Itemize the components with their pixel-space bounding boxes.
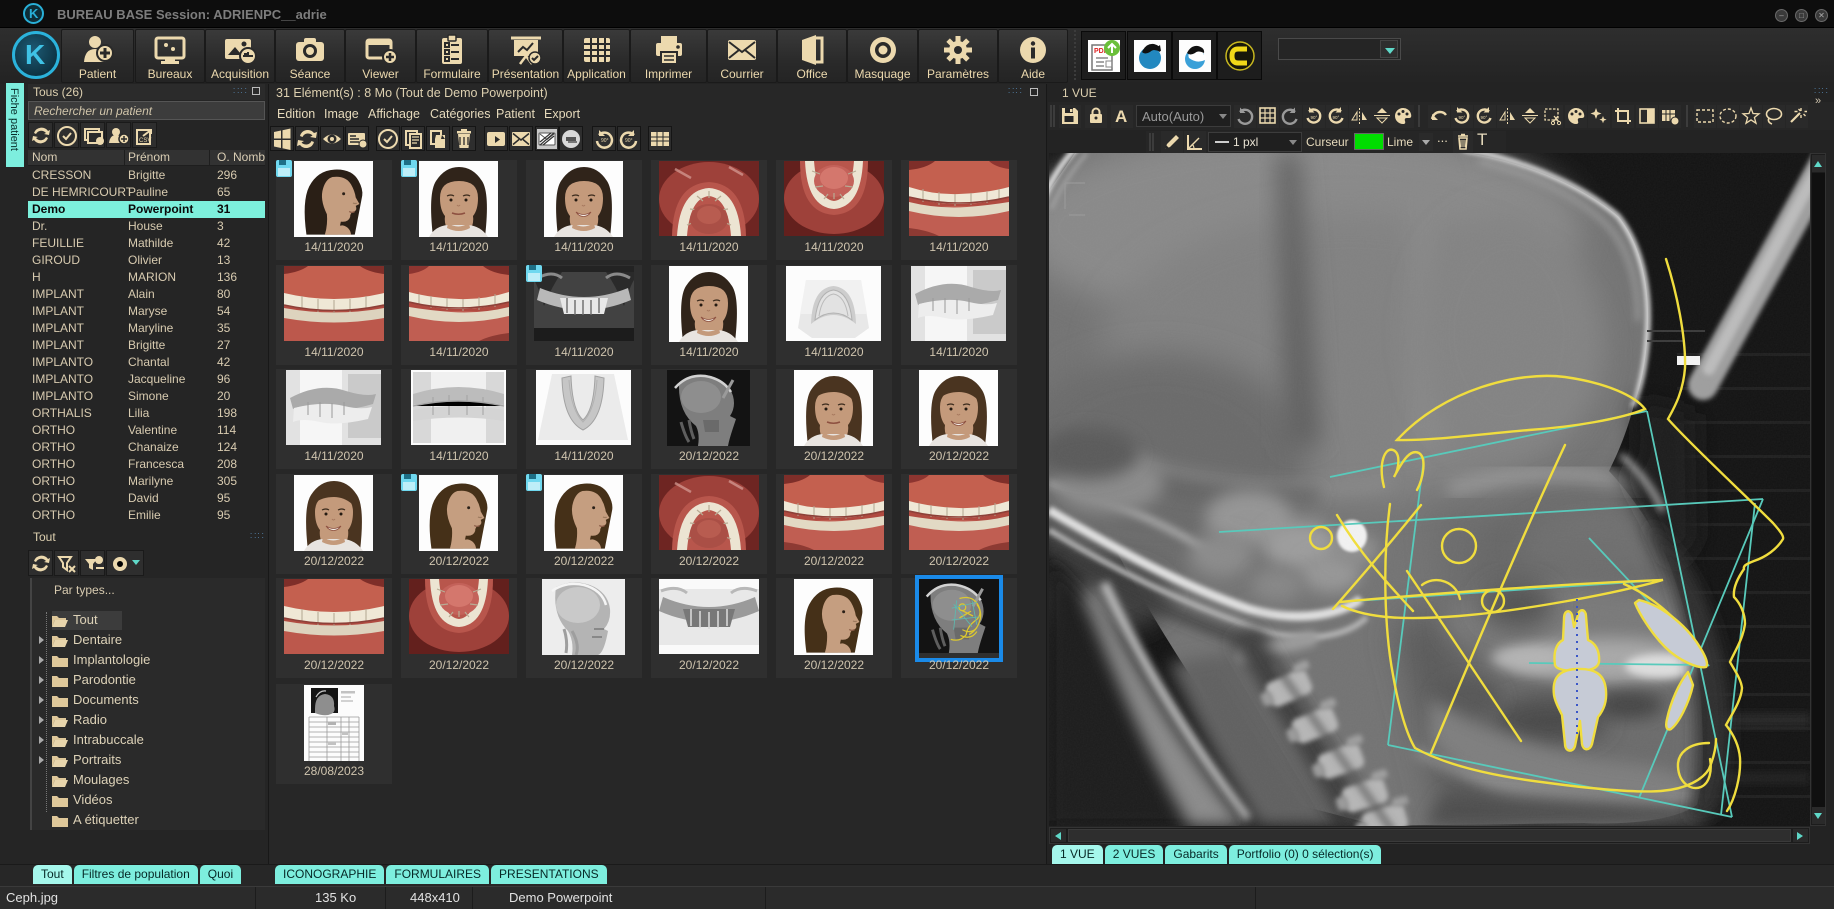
svg-text:90°: 90° [1459, 115, 1466, 120]
svg-text:90°: 90° [625, 138, 633, 144]
svg-text:90°: 90° [1333, 115, 1340, 120]
svg-text:90°: 90° [1311, 115, 1318, 120]
svg-text:A: A [1115, 107, 1127, 126]
svg-text:90°: 90° [1481, 115, 1488, 120]
svg-text:CSV: CSV [139, 138, 151, 144]
svg-text:90°: 90° [601, 138, 609, 144]
